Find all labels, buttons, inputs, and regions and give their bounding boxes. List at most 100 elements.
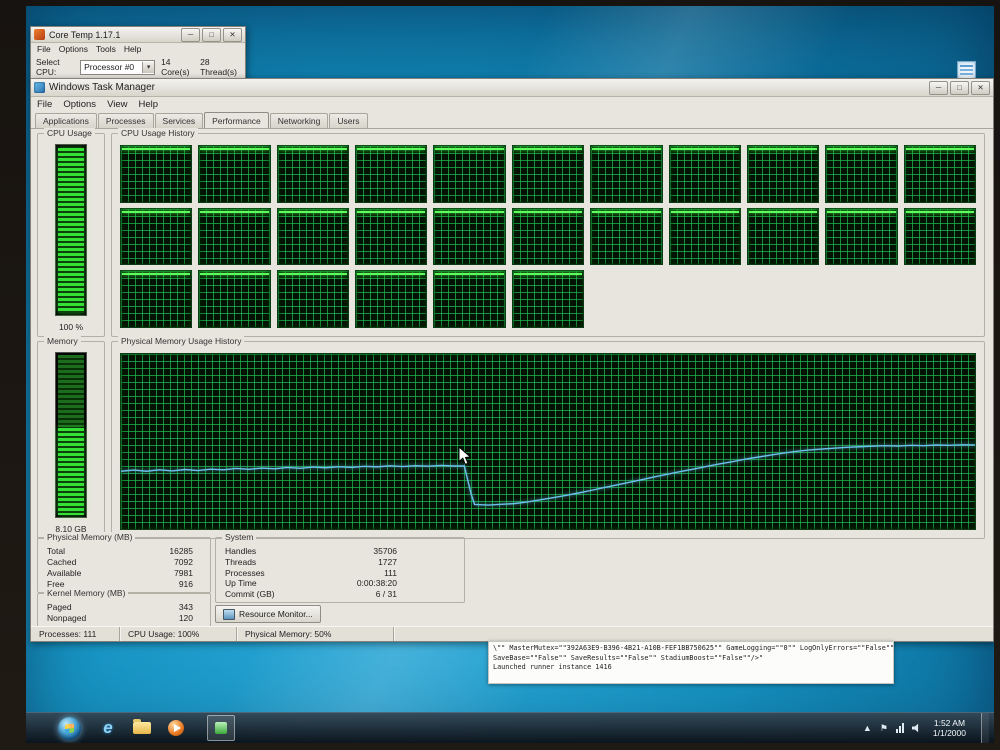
maximize-button[interactable]: □ bbox=[202, 27, 221, 42]
taskbar: e ▲ ⚑ 1:52 AM 1/1/2000 bbox=[26, 712, 994, 743]
cpu-usage-label: CPU Usage bbox=[44, 128, 95, 139]
menu-options[interactable]: Options bbox=[59, 44, 88, 54]
kernel-memory-table: Paged 343 Nonpaged 120 bbox=[47, 602, 202, 623]
cpu-history-cell bbox=[825, 207, 898, 266]
tab-networking[interactable]: Networking bbox=[269, 113, 329, 128]
resource-monitor-button[interactable]: Resource Monitor... bbox=[215, 605, 321, 623]
memory-label: Memory bbox=[44, 336, 81, 347]
running-app-icon bbox=[215, 722, 227, 734]
core-temp-app-icon bbox=[34, 29, 45, 40]
log-line: \"" MasterMutex=""392A63E9-B396-4B21-A10… bbox=[493, 644, 894, 652]
cpu-history-cell bbox=[276, 270, 350, 328]
status-processes: Processes: 111 bbox=[31, 627, 120, 641]
close-button[interactable]: ✕ bbox=[971, 80, 990, 95]
physical-memory-label: Physical Memory (MB) bbox=[44, 532, 136, 543]
maximize-button[interactable]: □ bbox=[950, 80, 969, 95]
cpu-history-cell bbox=[433, 145, 506, 203]
physical-memory-table: Total 16285 Cached 7092 Available 7981 Free… bbox=[47, 546, 202, 589]
log-line: SaveBase=""False"" SaveResults=""False""… bbox=[493, 653, 764, 662]
media-player-icon[interactable] bbox=[165, 717, 187, 739]
cpu-history-cell bbox=[355, 207, 428, 266]
mouse-cursor bbox=[458, 446, 472, 466]
menu-help[interactable]: Help bbox=[138, 99, 158, 110]
cpu-history-cell bbox=[825, 145, 898, 203]
core-temp-controls: Select CPU: Processor #0 ▾ 14 Core(s) 28… bbox=[31, 55, 245, 79]
core-temp-window: Core Temp 1.17.1 ─ □ ✕ File Options Tool… bbox=[30, 26, 246, 85]
system-group: System Handles 35706 Threads 1727 Processe… bbox=[215, 532, 465, 603]
running-app-button[interactable] bbox=[207, 715, 235, 741]
tab-users[interactable]: Users bbox=[329, 113, 368, 128]
table-row: Paged 343 bbox=[47, 602, 193, 612]
system-tray: ▲ ⚑ 1:52 AM 1/1/2000 bbox=[863, 713, 989, 743]
kernel-memory-label: Kernel Memory (MB) bbox=[44, 588, 129, 599]
menu-options[interactable]: Options bbox=[63, 99, 96, 110]
task-manager-window: Windows Task Manager ─ □ ✕ File Options … bbox=[30, 78, 994, 642]
cpu-select-value: Processor #0 bbox=[84, 62, 135, 72]
internet-explorer-icon[interactable]: e bbox=[97, 717, 119, 739]
cpu-history-cell bbox=[590, 145, 663, 203]
chevron-down-icon[interactable]: ▾ bbox=[142, 61, 155, 73]
tab-processes[interactable]: Processes bbox=[97, 113, 154, 128]
close-button[interactable]: ✕ bbox=[223, 27, 242, 42]
table-row: Cached 7092 bbox=[47, 557, 193, 567]
task-manager-titlebar[interactable]: Windows Task Manager ─ □ ✕ bbox=[31, 79, 993, 97]
table-row: Processes 111 bbox=[225, 567, 397, 578]
desktop: Core Temp 1.17.1 ─ □ ✕ File Options Tool… bbox=[26, 6, 994, 743]
kernel-memory-group: Kernel Memory (MB) Paged 343 Nonpaged 120 bbox=[37, 588, 211, 627]
minimize-button[interactable]: ─ bbox=[929, 80, 948, 95]
memory-history-group: Physical Memory Usage History bbox=[111, 336, 985, 539]
taskbar-clock[interactable]: 1:52 AM 1/1/2000 bbox=[930, 718, 969, 738]
cpu-history-cell bbox=[903, 145, 976, 203]
menu-tools[interactable]: Tools bbox=[96, 44, 116, 54]
chevron-up-icon[interactable]: ▲ bbox=[863, 723, 872, 733]
physical-memory-group: Physical Memory (MB) Total 16285 Cached 70… bbox=[37, 532, 211, 593]
task-manager-menubar: File Options View Help bbox=[31, 97, 993, 111]
cpu-history-cell bbox=[511, 270, 585, 328]
minimize-button[interactable]: ─ bbox=[181, 27, 200, 42]
volume-icon[interactable] bbox=[911, 723, 919, 733]
menu-file[interactable]: File bbox=[37, 44, 51, 54]
cpu-history-cell bbox=[433, 270, 506, 328]
status-bar: Processes: 111 CPU Usage: 100% Physical … bbox=[31, 626, 993, 641]
task-manager-app-icon bbox=[34, 82, 45, 93]
cpu-history-cell bbox=[511, 207, 585, 266]
tab-applications[interactable]: Applications bbox=[35, 113, 97, 128]
memory-usage-bar bbox=[55, 352, 87, 518]
core-temp-title: Core Temp 1.17.1 bbox=[49, 29, 121, 40]
tab-services[interactable]: Services bbox=[154, 113, 204, 128]
network-icon[interactable] bbox=[895, 723, 904, 733]
menu-file[interactable]: File bbox=[37, 99, 52, 110]
table-row: Up Time 0:00:38:20 bbox=[225, 578, 397, 589]
cpu-usage-group: CPU Usage 100 % bbox=[37, 128, 105, 337]
memory-history-svg bbox=[121, 354, 975, 529]
system-label: System bbox=[222, 532, 257, 543]
action-center-flag-icon[interactable]: ⚑ bbox=[880, 723, 888, 733]
cpu-history-cell bbox=[120, 207, 193, 266]
menu-help[interactable]: Help bbox=[124, 44, 141, 54]
table-row: Commit (GB) 6 / 31 bbox=[225, 589, 397, 599]
core-temp-menubar: File Options Tools Help bbox=[31, 43, 245, 55]
log-line: Launched runner instance 1416 bbox=[493, 663, 612, 671]
cpu-history-cell bbox=[668, 207, 741, 266]
monitor-bezel: Core Temp 1.17.1 ─ □ ✕ File Options Tool… bbox=[0, 0, 1000, 750]
cpu-select-dropdown[interactable]: Processor #0 ▾ bbox=[80, 59, 156, 75]
tab-performance[interactable]: Performance bbox=[204, 112, 269, 128]
show-desktop-button[interactable] bbox=[981, 713, 989, 743]
status-physical-memory: Physical Memory: 50% bbox=[237, 627, 394, 641]
resource-monitor-icon bbox=[223, 608, 235, 620]
table-row: Handles 35706 bbox=[225, 546, 397, 556]
cpu-usage-history-group: CPU Usage History bbox=[111, 128, 985, 337]
memory-history-label: Physical Memory Usage History bbox=[118, 336, 245, 347]
taskbar-pinned-icons: e bbox=[97, 717, 187, 739]
table-row: Nonpaged 120 bbox=[47, 613, 193, 623]
cpu-history-cell bbox=[198, 207, 271, 266]
core-temp-titlebar[interactable]: Core Temp 1.17.1 ─ □ ✕ bbox=[31, 27, 245, 43]
cpu-usage-value: 100 % bbox=[58, 322, 84, 332]
status-cpu-usage: CPU Usage: 100% bbox=[120, 627, 237, 641]
cpu-usage-history-label: CPU Usage History bbox=[118, 128, 198, 139]
cpu-usage-bar bbox=[55, 144, 87, 316]
menu-view[interactable]: View bbox=[107, 99, 127, 110]
start-button[interactable] bbox=[58, 716, 81, 740]
cpu-history-cell bbox=[903, 207, 976, 266]
windows-explorer-folder-icon[interactable] bbox=[131, 717, 153, 739]
